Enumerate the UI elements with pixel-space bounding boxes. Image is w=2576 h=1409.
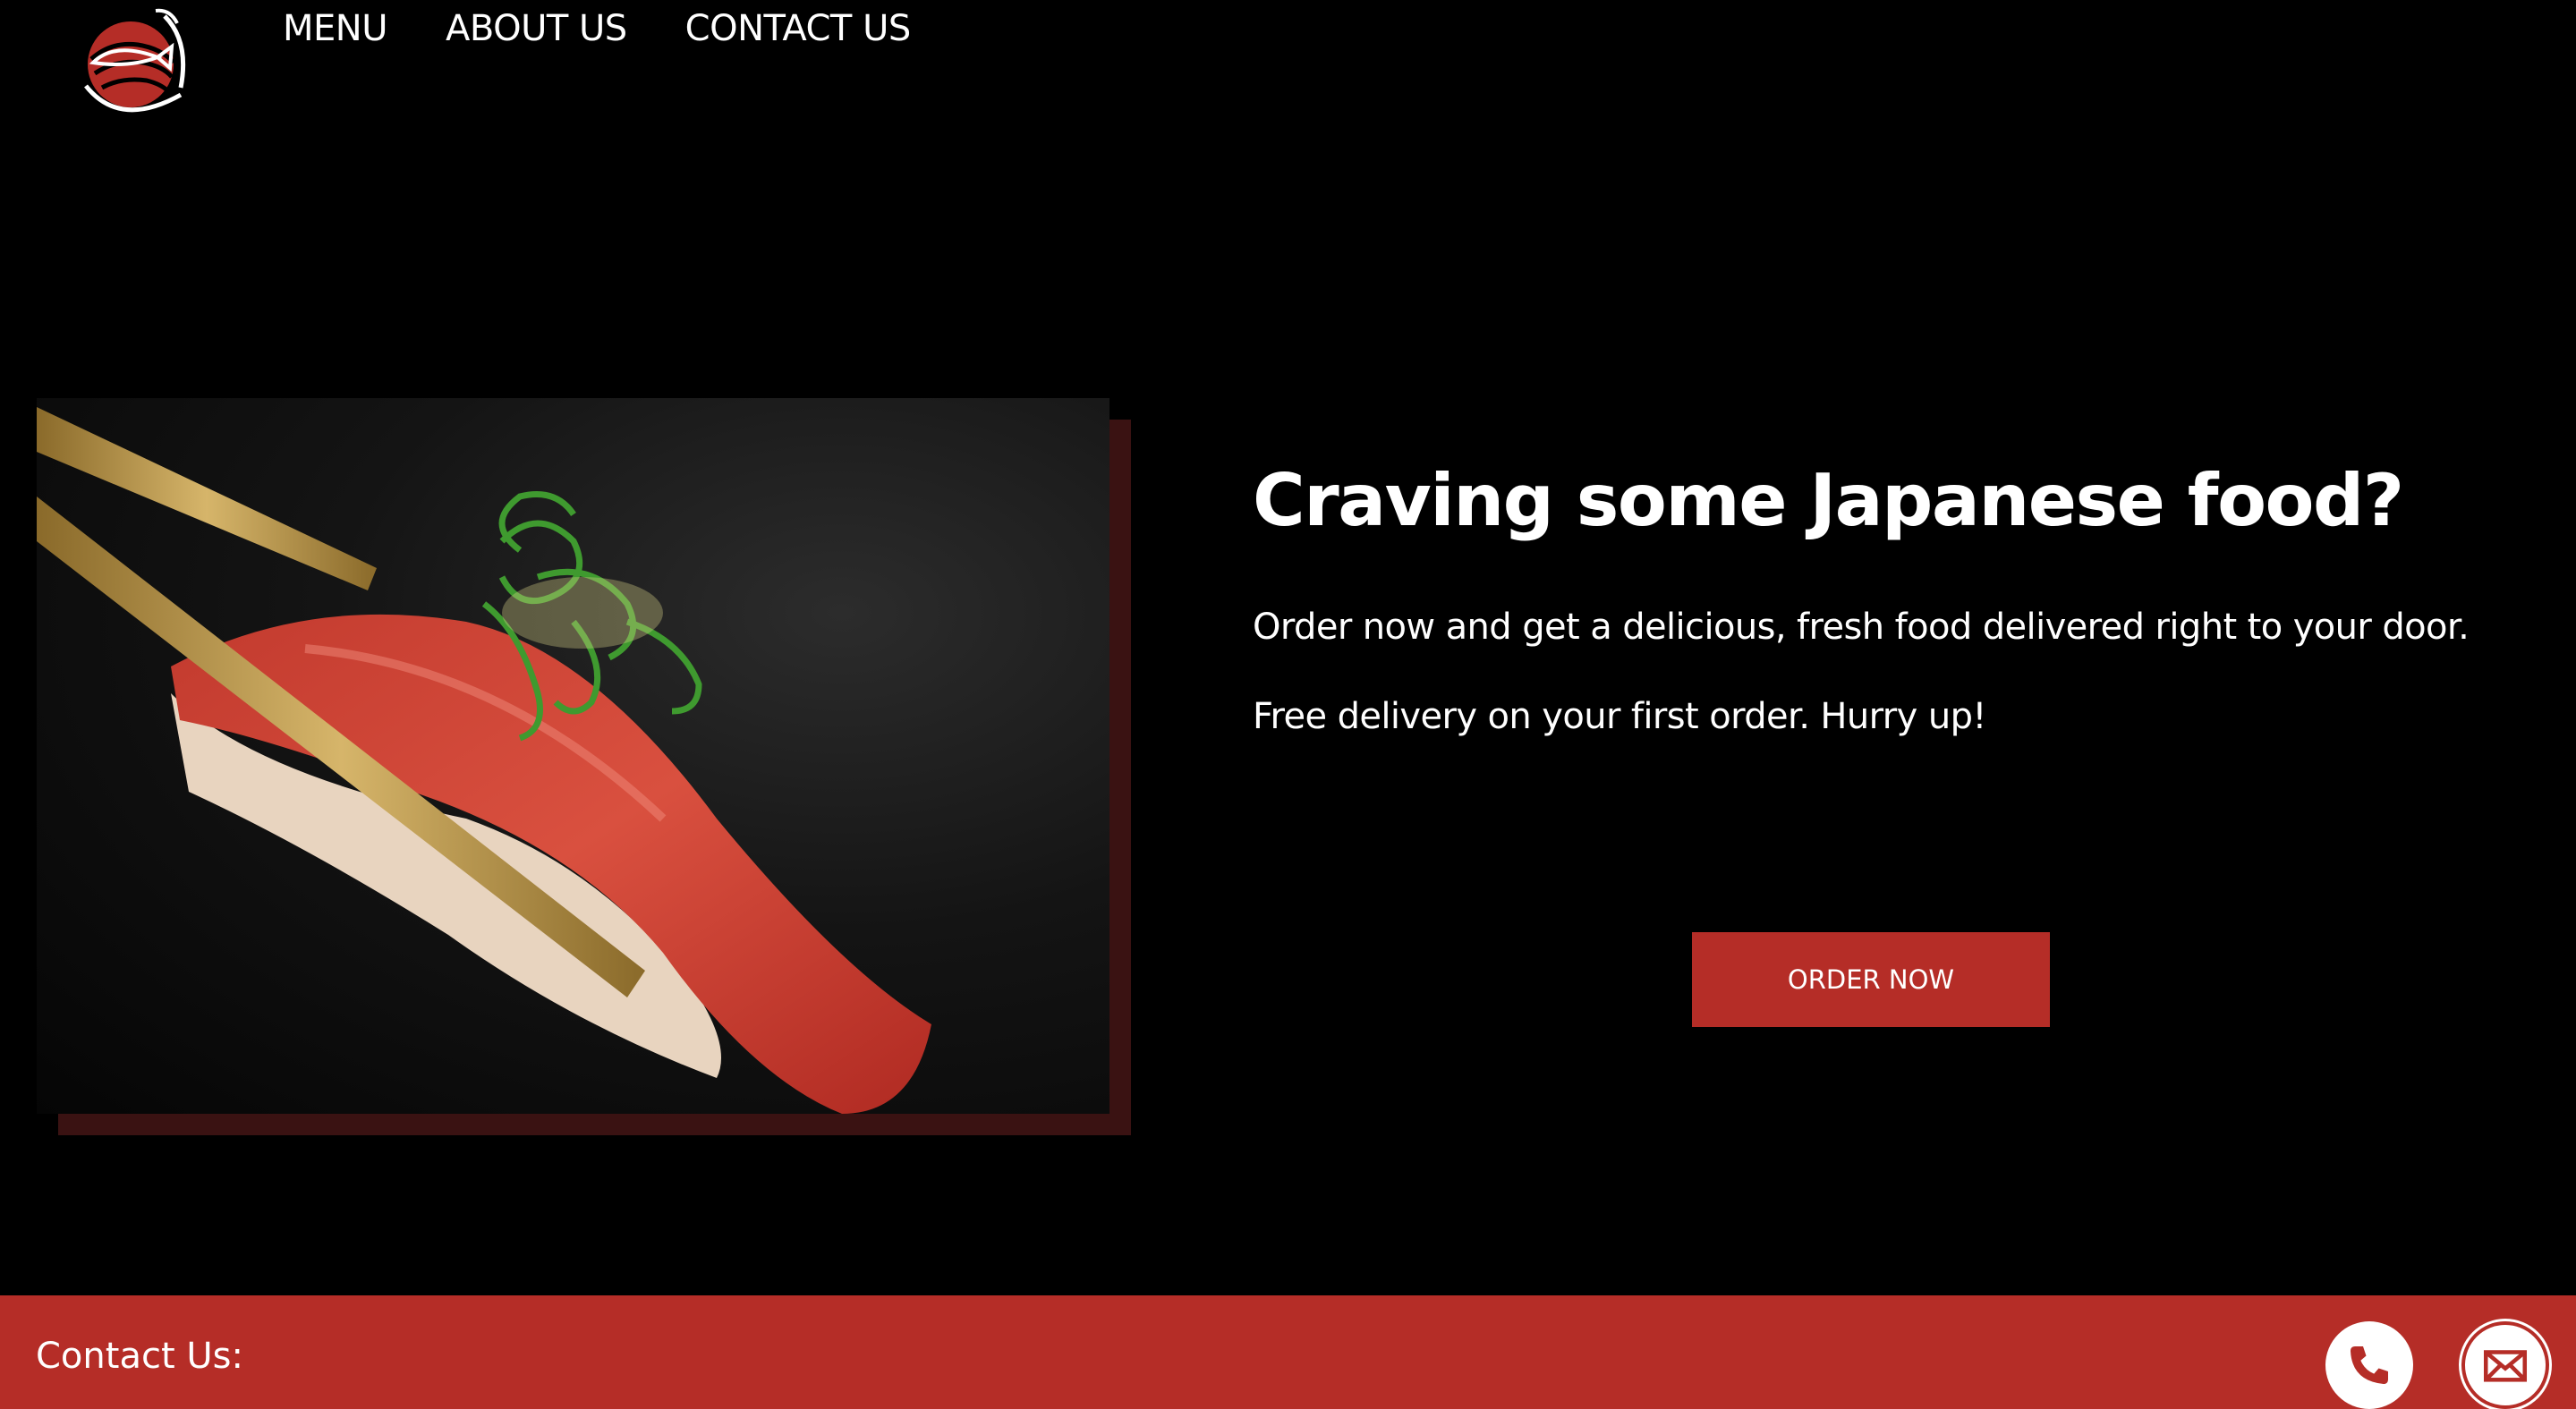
nav-contact-us[interactable]: CONTACT US	[685, 7, 912, 50]
mail-icon[interactable]	[2461, 1321, 2549, 1409]
hero-image	[37, 398, 1109, 1114]
main-nav: MENU ABOUT US CONTACT US	[283, 7, 911, 50]
hero-description: Order now and get a delicious, fresh foo…	[1253, 607, 2470, 648]
order-now-button[interactable]: ORDER NOW	[1692, 932, 2050, 1027]
hero-promo: Free delivery on your first order. Hurry…	[1253, 696, 1986, 737]
hero-title: Craving some Japanese food?	[1253, 459, 2404, 542]
logo-icon[interactable]	[75, 5, 191, 116]
contact-footer: Contact Us:	[0, 1295, 2576, 1409]
landing-page: MENU ABOUT US CONTACT US Craving some Ja…	[0, 0, 2576, 1409]
contact-us-label: Contact Us:	[36, 1336, 243, 1377]
phone-icon[interactable]	[2325, 1321, 2413, 1409]
nav-about-us[interactable]: ABOUT US	[446, 7, 627, 50]
nav-menu[interactable]: MENU	[283, 7, 387, 50]
